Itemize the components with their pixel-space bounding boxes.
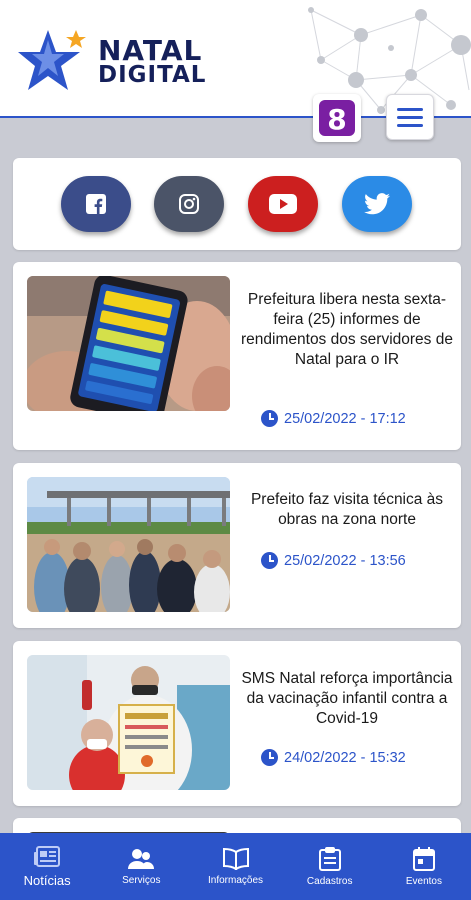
nav-label: Cadastros	[306, 875, 353, 887]
news-card[interactable]: Prefeitura libera nesta sexta-feira (25)…	[13, 262, 461, 450]
eight-logo-icon: 8	[319, 100, 355, 136]
nav-cadastros[interactable]: Cadastros	[283, 833, 377, 900]
nav-informacoes[interactable]: Informações	[188, 833, 282, 900]
book-icon	[222, 847, 249, 870]
menu-bar	[397, 115, 423, 119]
twitter-icon	[364, 193, 390, 215]
clipboard-icon	[318, 846, 341, 871]
star-logo-icon	[18, 30, 86, 90]
news-datetime: 25/02/2022 - 17:12	[261, 410, 406, 427]
news-title: SMS Natal reforça importância da vacinaç…	[241, 670, 453, 727]
clock-icon	[261, 749, 278, 766]
hamburger-menu-button[interactable]	[386, 94, 434, 140]
news-thumbnail	[27, 276, 230, 411]
nav-servicos[interactable]: Serviços	[94, 833, 188, 900]
news-card[interactable]: SMS Natal reforça importância da vacinaç…	[13, 641, 461, 806]
news-thumbnail	[27, 655, 230, 790]
news-thumbnail	[27, 477, 230, 612]
nav-label: Informações	[207, 874, 264, 886]
news-date: 24/02/2022 - 15:32	[284, 749, 406, 766]
bridge-construction-visit-photo	[27, 477, 230, 612]
news-title: Prefeitura libera nesta sexta-feira (25)…	[241, 291, 453, 368]
news-datetime: 24/02/2022 - 15:32	[261, 749, 406, 766]
news-title: Prefeito faz visita técnica às obras na …	[250, 491, 444, 528]
news-date: 25/02/2022 - 13:56	[284, 552, 406, 569]
clock-icon	[261, 552, 278, 569]
people-icon	[128, 848, 155, 869]
facebook-icon	[86, 194, 106, 214]
instagram-button[interactable]	[154, 176, 224, 232]
youtube-button[interactable]	[248, 176, 318, 232]
eight-app-button[interactable]: 8	[313, 94, 361, 142]
calendar-icon	[412, 846, 435, 871]
news-card[interactable]: Prefeito faz visita técnica às obras na …	[13, 463, 461, 628]
nav-label: Eventos	[405, 875, 442, 887]
svg-text:8: 8	[327, 103, 346, 136]
news-datetime: 25/02/2022 - 13:56	[261, 552, 406, 569]
nav-label: Notícias	[23, 872, 71, 888]
instagram-icon	[179, 194, 199, 214]
nav-eventos[interactable]: Eventos	[377, 833, 471, 900]
clock-icon	[261, 410, 278, 427]
logo-text-digital: DIGITAL	[98, 62, 207, 88]
menu-bar	[397, 123, 423, 127]
nav-noticias[interactable]: Notícias	[0, 833, 94, 900]
child-vaccination-certificate-photo	[27, 655, 230, 790]
bottom-navigation: Notícias Serviços Informações Cadastros	[0, 833, 471, 900]
menu-bar	[397, 107, 423, 111]
natal-digital-logo: NATAL DIGITAL	[18, 26, 238, 96]
twitter-button[interactable]	[342, 176, 412, 232]
facebook-button[interactable]	[61, 176, 131, 232]
newspaper-icon	[34, 845, 61, 867]
social-links-card	[13, 158, 461, 250]
nav-label: Serviços	[122, 874, 161, 886]
news-date: 25/02/2022 - 17:12	[284, 410, 406, 427]
youtube-icon	[269, 194, 297, 214]
phone-iptu-app-photo	[27, 276, 230, 411]
